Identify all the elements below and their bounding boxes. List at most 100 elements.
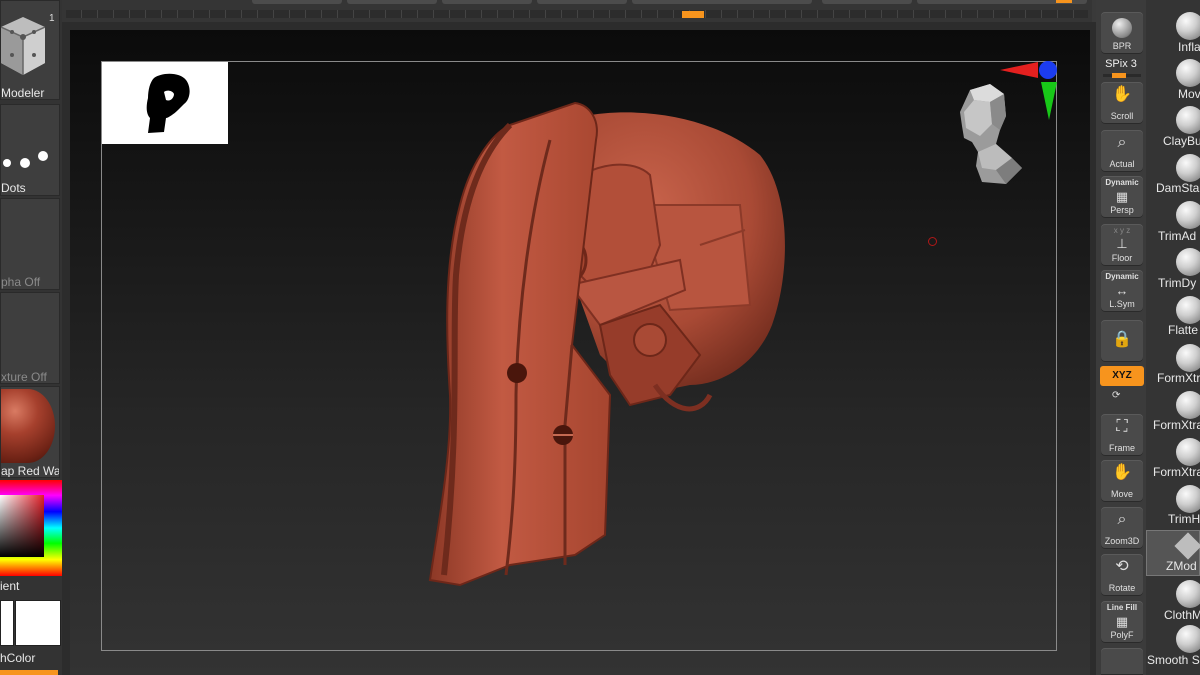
xyz-rotation-button[interactable]: XYZ [1100, 366, 1144, 386]
brush-label: TrimDy [1158, 276, 1197, 290]
brush-label: FormXtr [1157, 371, 1200, 385]
brush-label: Flatte [1168, 323, 1199, 337]
model-silhouette-icon [146, 73, 190, 133]
lsym-dynamic-label: Dynamic [1105, 272, 1139, 281]
spix-slider-knob[interactable] [1112, 73, 1126, 78]
move-label: Move [1110, 489, 1133, 499]
scroll-label: Scroll [1110, 111, 1134, 121]
perspective-grid-icon: ▦ [1115, 189, 1129, 204]
lsym-button[interactable]: Dynamic ↔ L.Sym [1101, 270, 1143, 312]
scroll-button[interactable]: ✋ Scroll [1101, 82, 1143, 124]
modeler-label: Modeler [1, 86, 45, 100]
top-tab[interactable] [822, 0, 912, 4]
brush-item[interactable]: Flatte [1146, 294, 1200, 340]
polyf-label: PolyF [1110, 630, 1134, 640]
bpr-label: BPR [1112, 41, 1132, 51]
bpr-icon [1112, 18, 1132, 38]
sci-fi-helmet-model[interactable] [400, 95, 790, 595]
brush-item[interactable]: TrimDy [1146, 246, 1200, 292]
brush-label: TrimAd [1158, 229, 1197, 243]
color-picker-square[interactable] [0, 495, 44, 557]
material-button[interactable]: ap Red Wax [0, 386, 60, 478]
top-tab[interactable] [252, 0, 342, 4]
left-shelf-indicator [0, 670, 58, 675]
texture-button[interactable]: xture Off [0, 292, 60, 384]
top-tab[interactable] [347, 0, 437, 4]
actual-button[interactable]: ⌕ Actual [1101, 130, 1143, 172]
alpha-label: pha Off [1, 275, 41, 289]
hand-icon: ✋ [1112, 86, 1132, 103]
top-tab[interactable] [442, 0, 532, 4]
material-label: ap Red Wax [1, 464, 60, 478]
brush-label: Mov [1178, 87, 1200, 101]
secondary-color-swatch[interactable] [0, 600, 14, 646]
transpose-pivot-marker[interactable] [928, 237, 937, 246]
brush-sphere-icon [1176, 344, 1200, 372]
modeler-count-badge: 1 [49, 13, 55, 24]
brush-sphere-icon [1176, 248, 1200, 276]
transp-button[interactable] [1101, 648, 1143, 675]
alpha-button[interactable]: pha Off [0, 198, 60, 290]
brush-label: FormXtra [1153, 465, 1200, 479]
frame-icon: ⛶ [1116, 418, 1128, 435]
modeler-tool-button[interactable]: 1 Modeler [0, 0, 60, 100]
polyframe-grid-icon: ▦ [1115, 614, 1129, 629]
actual-label: Actual [1109, 159, 1135, 169]
brush-item[interactable]: FormXtra [1146, 389, 1200, 435]
brush-item[interactable]: Infla [1146, 10, 1200, 56]
rotate-label: Rotate [1108, 583, 1136, 593]
stroke-button[interactable]: Dots [0, 104, 60, 196]
timeline-marker[interactable] [682, 11, 704, 18]
stroke-label: Dots [1, 181, 26, 195]
brush-sphere-icon [1176, 485, 1200, 513]
bpr-render-button[interactable]: BPR [1101, 12, 1143, 54]
brush-label: ClayBu [1163, 134, 1200, 148]
brush-item[interactable]: FormXtra [1146, 436, 1200, 482]
frame-button[interactable]: ⛶ Frame [1101, 414, 1143, 456]
floor-icon: ⊥ [1116, 236, 1128, 251]
rotate-button[interactable]: ⟲ Rotate [1101, 554, 1143, 596]
zmodeler-cube-icon [1174, 532, 1200, 560]
orientation-head-icon[interactable] [956, 82, 1026, 186]
lsym-label: L.Sym [1109, 299, 1135, 309]
brush-sphere-icon [1176, 580, 1200, 608]
brush-sphere-icon [1176, 391, 1200, 419]
rotate-y-icon[interactable]: ⟳ [1112, 390, 1120, 401]
navigator-thumbnail[interactable] [102, 62, 228, 144]
brush-item[interactable]: ClothM [1146, 578, 1200, 624]
brush-item[interactable]: Mov [1146, 57, 1200, 103]
brush-label: ZMod [1166, 559, 1197, 573]
persp-label: Persp [1110, 205, 1134, 215]
top-tab[interactable] [632, 0, 812, 4]
top-indicator [1056, 0, 1072, 3]
brush-label: TrimH [1168, 512, 1200, 526]
brush-item[interactable]: ClayBu [1146, 104, 1200, 150]
persp-button[interactable]: Dynamic ▦ Persp [1101, 176, 1143, 218]
rotate-icon: ⟲ [1115, 558, 1129, 575]
lock-button[interactable]: 🔒 [1101, 320, 1143, 362]
top-tab[interactable] [537, 0, 627, 4]
brush-item[interactable]: TrimAd [1146, 199, 1200, 245]
brush-label: FormXtra [1153, 418, 1200, 432]
symmetry-arrows-icon: ↔ [1115, 283, 1129, 298]
polyf-button[interactable]: Line Fill ▦ PolyF [1101, 601, 1143, 643]
brush-item[interactable]: TrimH [1146, 483, 1200, 529]
move-button[interactable]: ✋ Move [1101, 460, 1143, 502]
brush-item-zmodeler[interactable]: ZMod [1146, 530, 1200, 576]
zoom3d-button[interactable]: ⌕ Zoom3D [1101, 507, 1143, 549]
brush-item[interactable]: DamSta [1146, 152, 1200, 198]
timeline-track[interactable] [66, 10, 1088, 18]
main-color-swatch[interactable] [15, 600, 61, 646]
xyz-label: XYZ [1112, 370, 1132, 381]
cube-icon [1, 17, 45, 75]
brush-sphere-icon [1176, 438, 1200, 466]
move-hand-icon: ✋ [1112, 464, 1132, 481]
left-shelf: 1 Modeler Dots pha Off xture Off ap Red … [0, 0, 62, 675]
brush-item[interactable]: FormXtr [1146, 342, 1200, 388]
floor-button[interactable]: x y z ⊥ Floor [1101, 224, 1143, 266]
brush-sphere-icon [1176, 106, 1200, 134]
brush-item[interactable]: Smooth S [1146, 623, 1200, 669]
brush-sphere-icon [1176, 296, 1200, 324]
zoom-icon: ⌕ [1117, 511, 1127, 528]
floor-label: Floor [1111, 253, 1133, 263]
